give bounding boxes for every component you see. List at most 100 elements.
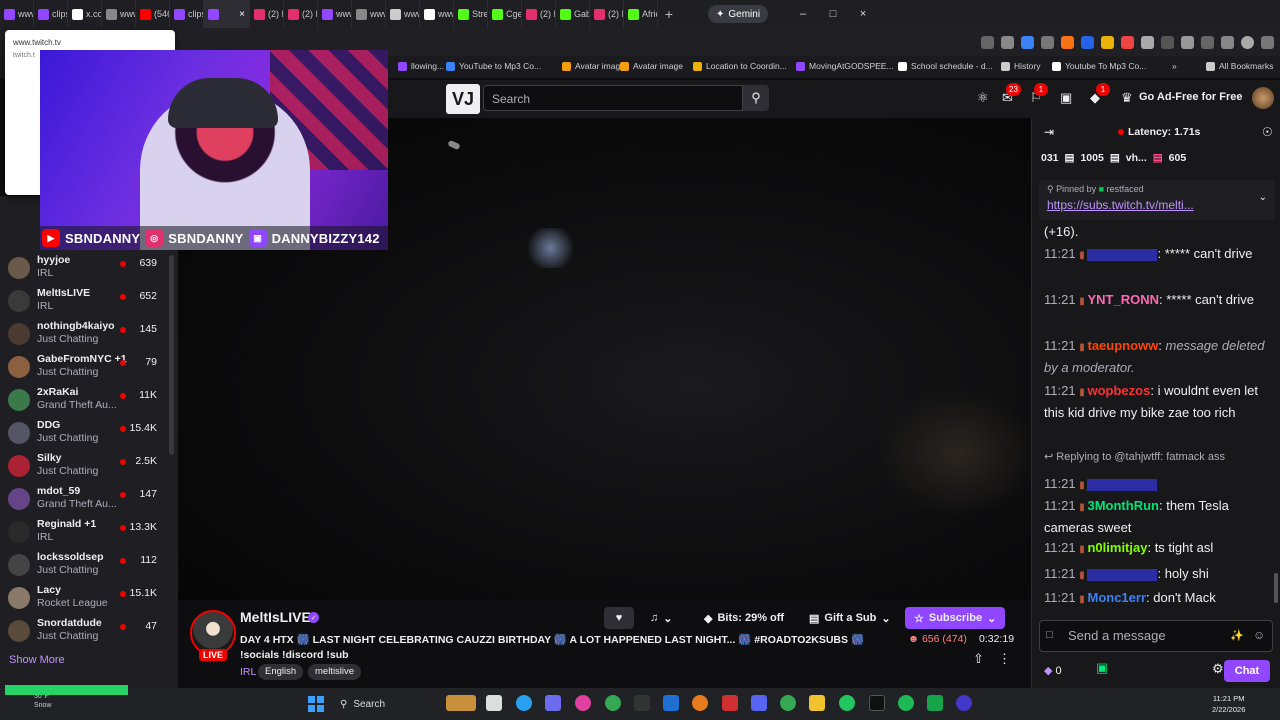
menu-icon[interactable] <box>1221 35 1234 49</box>
bits-icon[interactable]: ◆ <box>1090 90 1100 106</box>
browser-tab[interactable]: www.in <box>102 0 136 28</box>
browser-tab[interactable]: (2) Ins <box>250 0 284 28</box>
gear-icon[interactable]: ⚙ <box>1212 661 1224 677</box>
sidebar-channel-item[interactable]: Reginald +1 IRL 13.3K <box>0 518 168 551</box>
bookmark-item[interactable]: YouTube to Mp3 Co... <box>446 61 541 71</box>
sidebar-channel-item[interactable]: GabeFromNYC +1 Just Chatting 79 <box>0 353 168 386</box>
prediction-icon[interactable]: ▣ <box>1096 660 1108 676</box>
chat-username[interactable] <box>1087 478 1158 491</box>
bookmark-item[interactable]: Location to Coordin... <box>693 61 787 71</box>
notification-bell-button[interactable]: ♫ ⌄ <box>641 607 681 629</box>
chat-username[interactable]: wopbezos <box>1087 383 1150 398</box>
url-suggestion[interactable]: www.twitch.tv <box>13 38 61 47</box>
bookmark-item[interactable]: History <box>1001 61 1040 71</box>
app-icon[interactable] <box>722 695 738 711</box>
sidebar-channel-item[interactable]: lockssoldsep Just Chatting 112 <box>0 551 168 584</box>
zoom-icon[interactable] <box>981 35 994 49</box>
browser-tab[interactable]: www.a <box>386 0 420 28</box>
profile-icon[interactable] <box>1241 35 1254 49</box>
system-clock[interactable]: 11:21 PM 2/22/2026 <box>1212 693 1245 715</box>
sidebar-channel-item[interactable]: mdot_59 Grand Theft Au... 147 <box>0 485 168 518</box>
browser-tab[interactable]: (2) Ins <box>522 0 556 28</box>
browser-tab[interactable]: www.g <box>420 0 454 28</box>
close-window-button[interactable]: × <box>848 8 878 20</box>
bookmark-item[interactable]: All Bookmarks <box>1206 61 1273 71</box>
extension-icon[interactable] <box>1161 35 1174 49</box>
file-explorer-icon[interactable] <box>809 695 825 711</box>
site-logo[interactable]: VJ <box>446 84 480 114</box>
windows-start-icon[interactable] <box>308 696 324 712</box>
browser-tab[interactable]: (5462) <box>136 0 170 28</box>
chat-username[interactable] <box>1087 568 1158 581</box>
kebab-menu-icon[interactable] <box>1261 35 1274 49</box>
extension-icon[interactable] <box>1021 35 1034 49</box>
pinned-message[interactable]: ⚲ Pinned by ■ restfaced https://subs.twi… <box>1039 180 1275 220</box>
bookmark-item[interactable]: MovingAtGODSPEE... <box>796 61 894 71</box>
subscribe-button[interactable]: ☆ Subscribe ⌄ <box>905 607 1006 629</box>
pinned-link[interactable]: https://subs.twitch.tv/melti... <box>1047 198 1194 212</box>
tiktok-icon[interactable] <box>869 695 885 711</box>
bookmark-item[interactable]: llowing... <box>398 61 444 71</box>
browser-tab[interactable]: Africa! <box>624 0 658 28</box>
sidebar-channel-item[interactable]: hyyjoe IRL 639 <box>0 254 168 287</box>
emote-icon[interactable]: ☺ <box>1253 628 1265 642</box>
sidebar-channel-item[interactable]: 2xRaKai Grand Theft Au... 11K <box>0 386 168 419</box>
sidebar-channel-item[interactable]: Silky Just Chatting 2.5K <box>0 452 168 485</box>
browser-tab[interactable]: (2) Ins <box>590 0 624 28</box>
app-icon[interactable] <box>692 695 708 711</box>
go-ad-free-button[interactable]: Go Ad-Free for Free <box>1139 91 1243 103</box>
bookmark-item[interactable]: School schedule - d... <box>898 61 993 71</box>
extension-icon[interactable] <box>1101 35 1114 49</box>
sidebar-channel-item[interactable]: Snordatdude Just Chatting 47 <box>0 617 168 650</box>
chrome-icon[interactable] <box>780 695 796 711</box>
app-icon[interactable] <box>927 695 943 711</box>
bookmarks-overflow-icon[interactable]: » <box>1172 61 1177 71</box>
browser-tab[interactable]: www.tw <box>0 0 34 28</box>
sparkle-icon[interactable]: ✨ <box>1230 629 1244 642</box>
sidebar-channel-item[interactable]: DDG Just Chatting 15.4K <box>0 419 168 452</box>
kebab-menu-icon[interactable]: ⋮ <box>998 651 1011 667</box>
browser-tab[interactable]: × <box>204 0 250 28</box>
edge-icon[interactable] <box>516 695 532 711</box>
sidebar-channel-item[interactable]: MeltIsLIVE IRL 652 <box>0 287 168 320</box>
browser-tab[interactable]: Cgeez <box>488 0 522 28</box>
chat-username[interactable]: Monc1err <box>1087 590 1146 605</box>
chat-send-button[interactable]: Chat <box>1224 660 1270 682</box>
chrome-icon[interactable] <box>839 695 855 711</box>
minimize-button[interactable]: – <box>788 8 818 20</box>
follow-heart-button[interactable]: ♥ <box>604 607 634 629</box>
discord-icon[interactable] <box>751 695 767 711</box>
stream-tag[interactable]: English <box>258 664 304 680</box>
extension-icon[interactable] <box>1061 35 1074 49</box>
new-tab-button[interactable]: + <box>658 6 680 22</box>
collapse-chat-icon[interactable]: ⇥ <box>1044 125 1054 139</box>
task-view-icon[interactable] <box>486 695 502 711</box>
show-more-link[interactable]: Show More <box>9 654 65 666</box>
shield-icon[interactable] <box>1141 35 1154 49</box>
crown-icon[interactable]: ⚛ <box>977 90 989 106</box>
maximize-button[interactable]: □ <box>818 8 848 20</box>
gift-sub-button[interactable]: ▤ Gift a Sub ⌄ <box>800 607 900 629</box>
streamer-name[interactable]: MeltIsLIVE <box>240 609 311 625</box>
browser-tab[interactable]: clips.tv <box>34 0 68 28</box>
bookmark-item[interactable]: Avatar image <box>562 61 625 71</box>
browser-tab[interactable]: www.t <box>318 0 352 28</box>
sidebar-channel-item[interactable]: Lacy Rocket League 15.1K <box>0 584 168 617</box>
browser-tab[interactable]: clips.tv <box>170 0 204 28</box>
browser-tab[interactable]: Stream <box>454 0 488 28</box>
gemini-button[interactable]: ✦ Gemini <box>708 5 769 23</box>
whispers-icon[interactable]: ▣ <box>1060 90 1072 106</box>
star-icon[interactable] <box>1001 35 1014 49</box>
epic-games-icon[interactable] <box>634 695 650 711</box>
bookmark-item[interactable]: Youtube To Mp3 Co... <box>1052 61 1146 71</box>
chat-username[interactable]: taeupnoww <box>1087 338 1158 353</box>
chat-username[interactable]: 3MonthRun <box>1087 498 1158 513</box>
browser-tab[interactable]: www.y <box>352 0 386 28</box>
chat-scrollbar[interactable] <box>1274 573 1278 603</box>
chat-username[interactable]: n0limitjay <box>1087 540 1147 555</box>
chat-username[interactable]: YNT_RONN <box>1087 292 1159 307</box>
sidebar-scrollbar[interactable] <box>169 255 174 455</box>
chrome-icon[interactable] <box>605 695 621 711</box>
teams-icon[interactable] <box>545 695 561 711</box>
extension-icon[interactable] <box>1041 35 1054 49</box>
